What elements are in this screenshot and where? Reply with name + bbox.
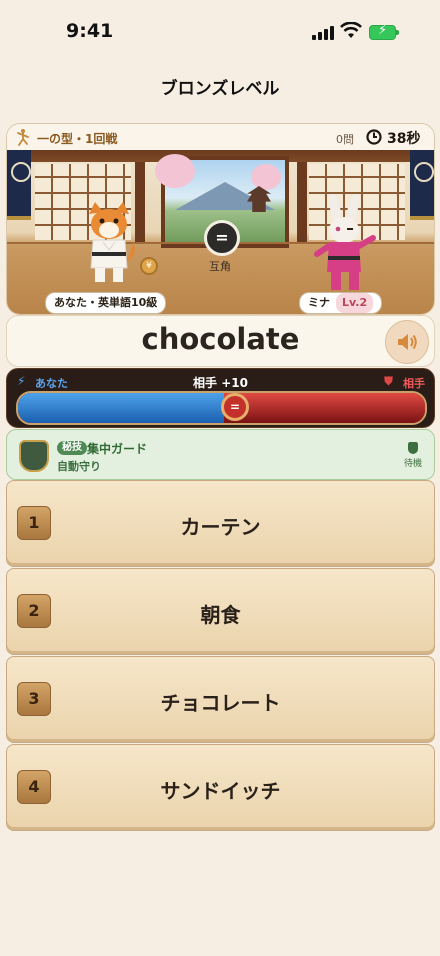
rabbit-opponent-avatar [314,194,376,290]
answer-option-3[interactable]: 3 チョコレート [6,656,435,743]
shield-icon: ⛊ [384,374,394,388]
timer-seconds: 38秒 [387,131,421,147]
player-power-fill [18,393,224,423]
match-status-label: 互角 [209,260,231,273]
answer-option-4[interactable]: 4 サンドイッチ [6,744,435,831]
question-word: chocolate [141,322,300,356]
option-label: カーテン [180,515,261,539]
fox-player-avatar [89,202,135,282]
skill-badge: 秘技 [57,441,87,455]
left-banner [7,150,31,220]
skill-emblem-icon [19,440,49,472]
opponent-level-badge: Lv.2 [336,293,374,313]
dojo-scene: ¥ = 互角 あなた・英単語10級 ミナ Lv.2 [7,150,434,314]
round-label: 一の型・1回戦 [37,132,118,146]
signal-icon [312,26,334,40]
opponent-power-fill [223,393,425,423]
battery-charging-icon: ⚡ [369,23,399,40]
speaker-icon [398,334,417,350]
power-bar: ⚡ あなた 相手 +10 ⛊ 相手 [6,368,435,428]
question-count: 0問 [336,133,354,146]
even-indicator-icon: = [204,220,240,256]
battle-header: 一の型・1回戦 0問 38秒 [7,124,434,151]
player-tag: あなた・英単語10級 [45,292,167,314]
power-bar-score-diff: 相手 +10 [193,376,248,390]
skill-status: 待機 [401,442,425,469]
power-bar-opponent-label: 相手 [403,377,425,390]
opponent-name: ミナ [308,296,330,309]
skill-panel: 秘技 集中ガード 自動守り 待機 [6,429,435,480]
battle-arena: 一の型・1回戦 0問 38秒 ¥ = 互角 あなた・英単語10級 ミナ Lv.2 [6,123,435,315]
power-bar-knob-icon: = [221,393,249,421]
answer-option-2[interactable]: 2 朝食 [6,568,435,655]
coin-icon: ¥ [140,257,158,275]
right-banner [410,150,434,220]
status-time: 9:41 [66,20,114,42]
skill-name: 集中ガード [87,442,148,456]
shield-status-icon [408,442,418,454]
page-title: ブロンズレベル [160,79,280,99]
speaker-button[interactable] [385,320,429,364]
martial-arts-pose-icon [17,129,29,146]
question-word-card: chocolate [6,315,435,367]
skill-description: 自動守り [57,460,101,473]
option-label: サンドイッチ [160,779,281,803]
status-bar: 9:41 ⚡ [0,0,440,62]
timer-icon [366,129,382,145]
opponent-tag: ミナ Lv.2 [299,292,383,314]
option-label: チョコレート [160,691,281,715]
wifi-icon [340,22,362,38]
option-label: 朝食 [200,603,241,627]
answer-option-1[interactable]: 1 カーテン [6,480,435,567]
skill-status-label: 待機 [403,459,422,469]
